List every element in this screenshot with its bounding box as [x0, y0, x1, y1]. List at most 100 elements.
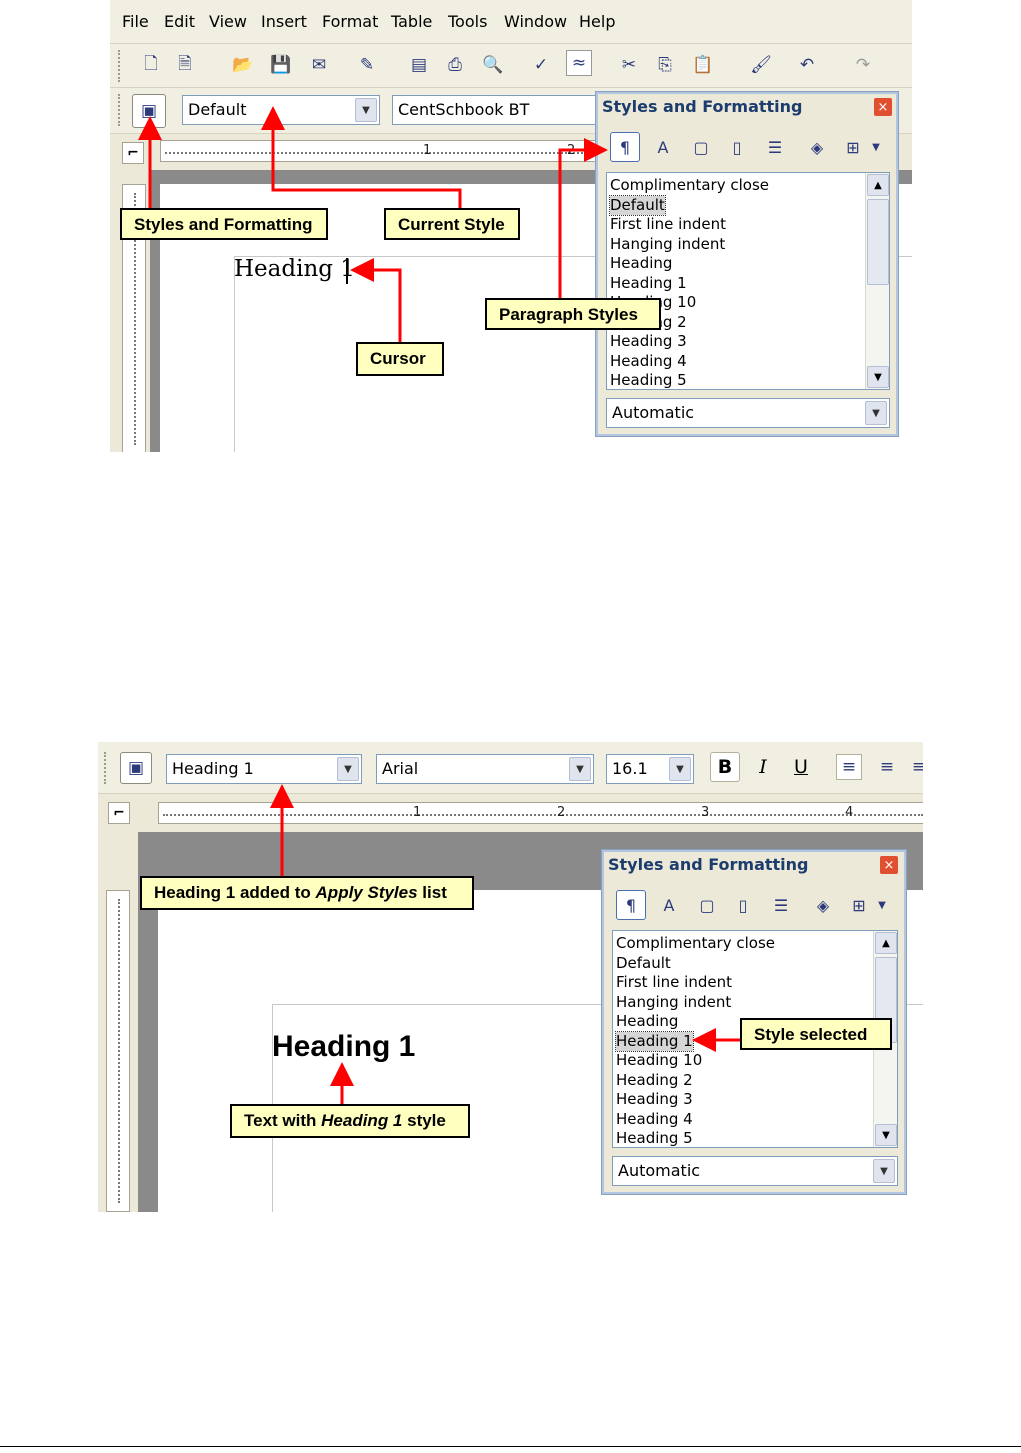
list-item-selected[interactable]: Heading 1 — [615, 1030, 694, 1052]
document-heading-text[interactable]: Heading 1 — [234, 256, 355, 282]
list-scrollbar[interactable]: ▲ ▼ — [865, 173, 889, 389]
style-list[interactable]: Complimentary close Default First line i… — [606, 172, 890, 390]
undo-icon[interactable]: ↶ — [794, 52, 820, 78]
chevron-down-icon[interactable]: ▼ — [873, 1159, 895, 1183]
list-item[interactable]: Complimentary close — [616, 934, 775, 954]
chevron-down-icon[interactable]: ▼ — [355, 98, 377, 122]
vertical-ruler[interactable] — [106, 890, 130, 1212]
menu-file[interactable]: File — [122, 12, 149, 31]
list-item[interactable]: Heading 10 — [616, 1051, 702, 1071]
bold-button[interactable]: B — [710, 752, 740, 782]
chevron-down-icon[interactable]: ▼ — [569, 757, 591, 781]
scroll-up-icon[interactable]: ▲ — [867, 174, 889, 196]
menu-insert[interactable]: Insert — [261, 12, 307, 31]
print-icon[interactable]: ⎙ — [442, 52, 468, 78]
page-styles-icon[interactable]: ▯ — [722, 132, 752, 162]
chevron-down-icon[interactable]: ▼ — [865, 401, 887, 425]
scroll-up-icon[interactable]: ▲ — [875, 932, 897, 954]
cut-icon[interactable]: ✂ — [616, 52, 642, 78]
italic-button[interactable]: I — [748, 752, 778, 782]
new-style-from-selection-icon[interactable]: ⊞ — [844, 890, 874, 920]
toolbar-grip[interactable] — [118, 50, 121, 82]
page-preview-icon[interactable]: 🔍 — [480, 52, 506, 78]
save-icon[interactable]: 💾 — [268, 52, 294, 78]
align-center-icon[interactable]: ≡ — [874, 754, 900, 780]
apply-style-combo[interactable]: Heading 1 ▼ — [166, 754, 362, 784]
menu-window[interactable]: Window — [504, 12, 567, 31]
list-item[interactable]: Heading 4 — [610, 352, 687, 372]
list-item[interactable]: Heading 1 — [610, 274, 687, 294]
close-icon[interactable]: × — [874, 98, 892, 116]
align-left-icon[interactable]: ≡ — [836, 754, 862, 780]
copy-icon[interactable]: ⎘ — [652, 52, 678, 78]
list-item[interactable]: First line indent — [610, 215, 726, 235]
menu-edit[interactable]: Edit — [164, 12, 195, 31]
frame-styles-icon[interactable]: ▢ — [692, 890, 722, 920]
clone-formatting-icon[interactable]: 🖌 — [748, 52, 774, 78]
list-item[interactable]: Hanging indent — [610, 235, 725, 255]
list-item[interactable]: Heading 3 — [616, 1090, 693, 1110]
paste-icon[interactable]: 📋 — [690, 52, 716, 78]
autospellcheck-icon[interactable]: ≈ — [566, 50, 592, 76]
email-icon[interactable]: ✉ — [306, 52, 332, 78]
tab-stop-corner-icon[interactable]: ⌐ — [122, 142, 144, 164]
styles-formatting-toggle-icon[interactable]: ▣ — [120, 752, 152, 784]
document-heading-text[interactable]: Heading 1 — [272, 1030, 415, 1064]
list-item[interactable]: Heading — [610, 254, 672, 274]
list-item[interactable]: First line indent — [616, 973, 732, 993]
list-item[interactable]: Heading 3 — [610, 332, 687, 352]
font-name-combo[interactable]: Arial ▼ — [376, 754, 594, 784]
list-item[interactable]: Complimentary close — [610, 176, 769, 196]
dropdown-arrow-icon[interactable]: ▼ — [868, 132, 884, 162]
menu-tools[interactable]: Tools — [448, 12, 487, 31]
templates-icon[interactable]: 🗎 — [172, 52, 198, 78]
open-folder-icon[interactable]: 📂 — [230, 52, 256, 78]
toolbar-grip-2[interactable] — [118, 94, 121, 126]
redo-icon[interactable]: ↷ — [850, 52, 876, 78]
horizontal-ruler[interactable]: 1 2 3 4 — [158, 802, 923, 824]
list-item[interactable]: Heading 5 — [610, 371, 687, 389]
fill-format-mode-icon[interactable]: ◈ — [802, 132, 832, 162]
paragraph-styles-icon[interactable]: ¶ — [610, 132, 640, 162]
toolbar-grip[interactable] — [104, 752, 107, 784]
menu-view[interactable]: View — [209, 12, 247, 31]
list-item[interactable]: Heading 4 — [616, 1110, 693, 1130]
scroll-down-icon[interactable]: ▼ — [867, 366, 889, 388]
align-right-icon[interactable]: ≡ — [906, 754, 923, 780]
underline-button[interactable]: U — [786, 752, 816, 782]
styles-formatting-toggle-icon[interactable]: ▣ — [132, 94, 166, 128]
menu-help[interactable]: Help — [579, 12, 615, 31]
frame-styles-icon[interactable]: ▢ — [686, 132, 716, 162]
fill-format-mode-icon[interactable]: ◈ — [808, 890, 838, 920]
chevron-down-icon[interactable]: ▼ — [337, 757, 359, 781]
export-pdf-icon[interactable]: ▤ — [406, 52, 432, 78]
list-styles-icon[interactable]: ☰ — [766, 890, 796, 920]
edit-file-icon[interactable]: ✎ — [354, 52, 380, 78]
character-styles-icon[interactable]: A — [648, 132, 678, 162]
list-item[interactable]: Heading — [616, 1012, 678, 1032]
new-style-from-selection-icon[interactable]: ⊞ — [838, 132, 868, 162]
dropdown-arrow-icon[interactable]: ▼ — [874, 890, 890, 920]
character-styles-icon[interactable]: A — [654, 890, 684, 920]
menu-table[interactable]: Table — [391, 12, 432, 31]
tab-stop-corner-icon[interactable]: ⌐ — [108, 802, 130, 824]
new-document-icon[interactable]: 🗋 — [138, 52, 164, 78]
list-item[interactable]: Heading 2 — [616, 1071, 693, 1091]
spellcheck-icon[interactable]: ✓ — [528, 52, 554, 78]
list-item[interactable]: Heading 5 — [616, 1129, 693, 1147]
paragraph-styles-icon[interactable]: ¶ — [616, 890, 646, 920]
chevron-down-icon[interactable]: ▼ — [669, 757, 691, 781]
page-styles-icon[interactable]: ▯ — [728, 890, 758, 920]
list-item[interactable]: Hanging indent — [616, 993, 731, 1013]
list-item-selected[interactable]: Default — [609, 194, 666, 216]
scroll-thumb[interactable] — [867, 199, 889, 285]
scroll-down-icon[interactable]: ▼ — [875, 1124, 897, 1146]
close-icon[interactable]: × — [880, 856, 898, 874]
list-item[interactable]: Default — [616, 954, 671, 974]
style-filter-combo[interactable]: Automatic ▼ — [606, 398, 890, 428]
menu-format[interactable]: Format — [322, 12, 378, 31]
list-styles-icon[interactable]: ☰ — [760, 132, 790, 162]
font-size-combo[interactable]: 16.1 ▼ — [606, 754, 694, 784]
apply-style-combo[interactable]: Default ▼ — [182, 95, 380, 125]
font-name-combo[interactable]: CentSchbook BT — [392, 95, 602, 125]
